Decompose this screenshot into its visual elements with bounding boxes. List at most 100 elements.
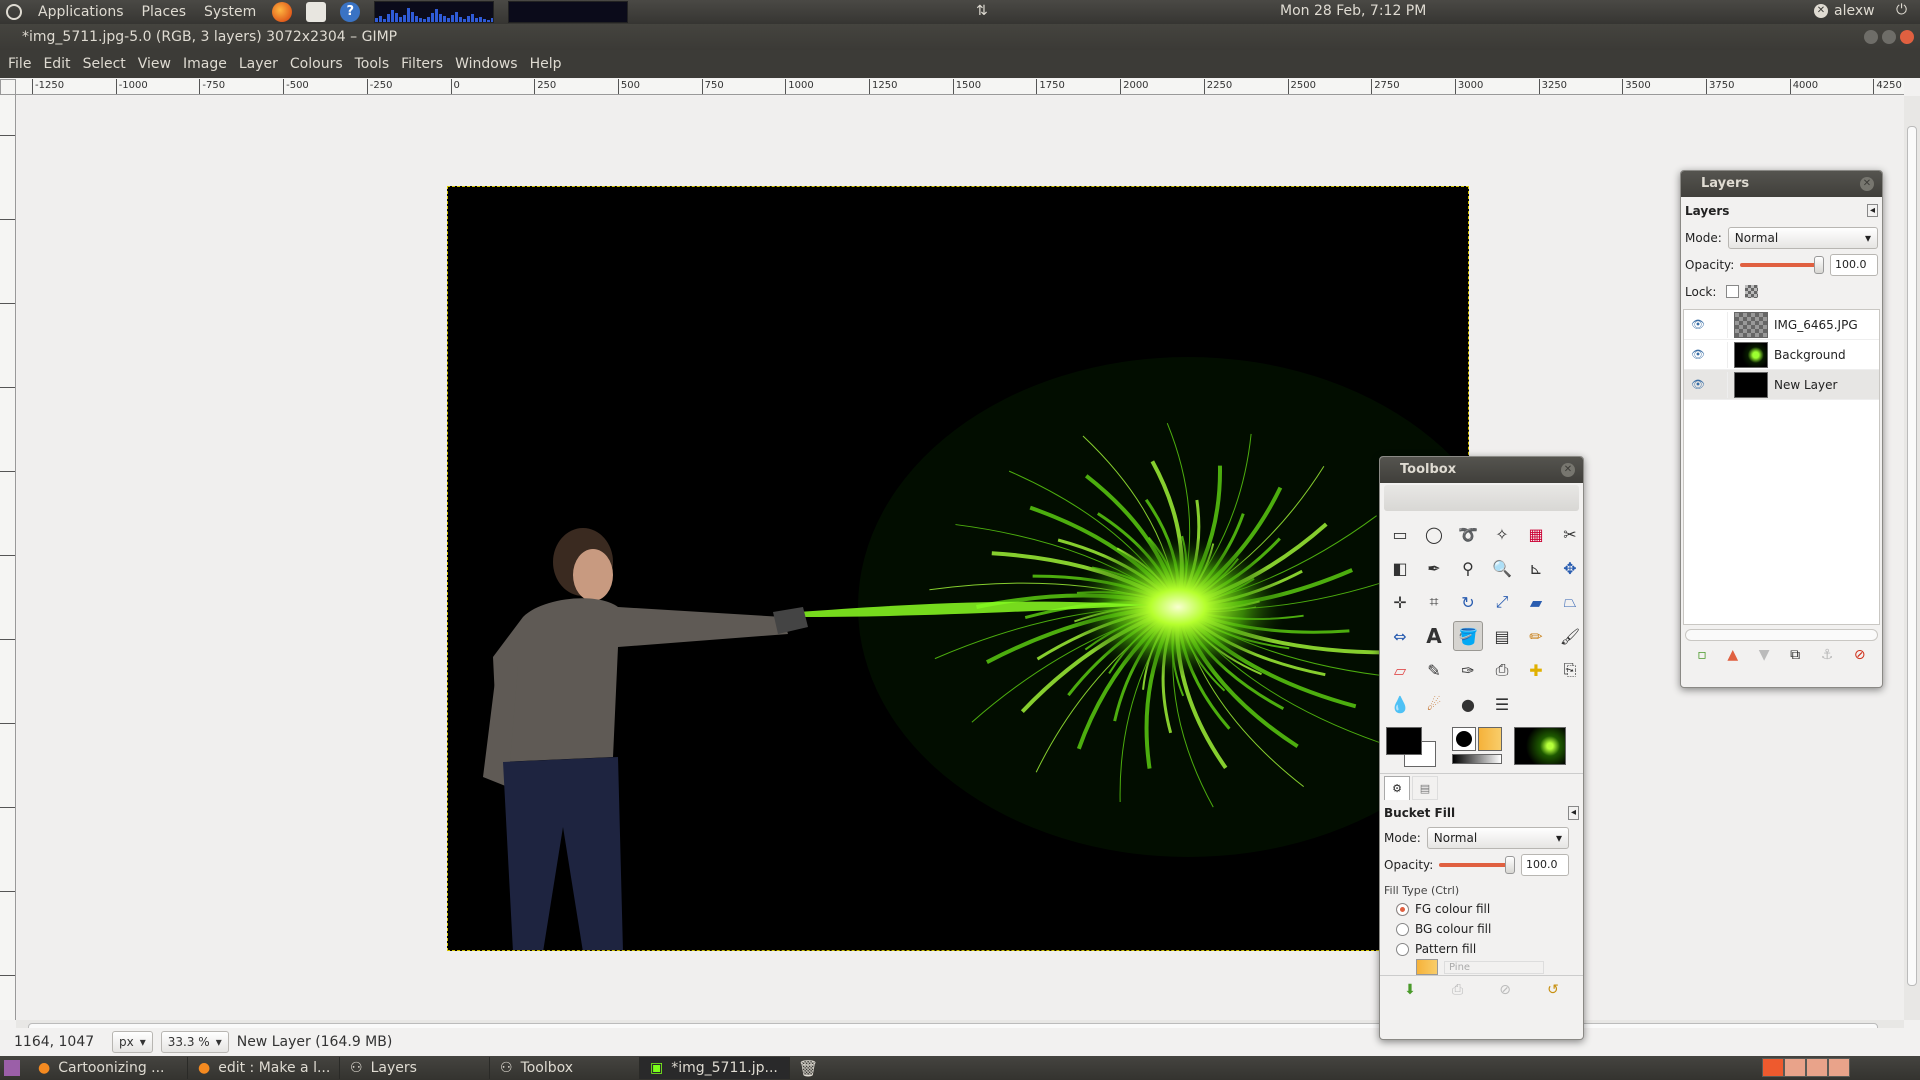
applications-menu[interactable]: Applications: [36, 4, 126, 20]
tab-menu-icon[interactable]: ◂: [1567, 806, 1579, 820]
align-icon[interactable]: ✛: [1385, 587, 1415, 617]
taskbar-item-active[interactable]: ▣ *img_5711.jp...: [640, 1057, 790, 1079]
reset-options-icon[interactable]: ↺: [1547, 982, 1559, 998]
system-menu[interactable]: System: [202, 4, 258, 20]
delete-layer-icon[interactable]: ⊘: [1854, 647, 1866, 663]
network-arrows-icon[interactable]: ⇅: [976, 3, 988, 19]
device-status-tab-icon[interactable]: ▤: [1412, 776, 1438, 800]
close-icon[interactable]: ✕: [1860, 177, 1874, 191]
workspace-1[interactable]: [1762, 1058, 1784, 1077]
brush-preview-icon[interactable]: [1452, 727, 1476, 751]
menu-edit[interactable]: Edit: [37, 56, 76, 72]
trash-icon[interactable]: 🗑: [798, 1059, 818, 1078]
active-image-thumbnail[interactable]: [1514, 727, 1566, 765]
pattern-swatch[interactable]: [1416, 959, 1438, 975]
vertical-ruler[interactable]: [0, 95, 16, 1020]
airbrush-icon[interactable]: ✎: [1419, 655, 1449, 685]
duplicate-layer-icon[interactable]: ⧉: [1790, 647, 1800, 663]
firefox-launcher-icon[interactable]: [272, 2, 293, 22]
text-icon[interactable]: A: [1419, 621, 1449, 651]
ink-icon[interactable]: ✑: [1453, 655, 1483, 685]
fill-opacity-slider[interactable]: [1439, 855, 1515, 874]
color-picker-icon[interactable]: ⚲: [1453, 553, 1483, 583]
fill-mode-select[interactable]: Normal ▾: [1426, 826, 1569, 849]
layer-row[interactable]: 👁 Background: [1684, 340, 1879, 370]
menu-select[interactable]: Select: [77, 56, 132, 72]
workspace-switcher[interactable]: [1762, 1058, 1850, 1077]
perspective-clone-icon[interactable]: ⎘: [1555, 655, 1583, 685]
toolbox-titlebar[interactable]: Toolbox ✕: [1380, 457, 1583, 483]
gradient-preview-icon[interactable]: [1452, 754, 1502, 764]
eye-icon[interactable]: 👁: [1684, 378, 1712, 391]
layer-row[interactable]: 👁 IMG_6465.JPG: [1684, 310, 1879, 340]
clock[interactable]: Mon 28 Feb, 7:12 PM: [1280, 3, 1426, 19]
scale-icon[interactable]: ⤢: [1487, 587, 1517, 617]
unit-select[interactable]: px ▾: [112, 1031, 153, 1053]
shear-icon[interactable]: ▰: [1521, 587, 1551, 617]
window-titlebar[interactable]: *img_5711.jpg-5.0 (RGB, 3 layers) 3072x2…: [0, 24, 1920, 50]
show-desktop-icon[interactable]: [4, 1060, 20, 1076]
power-icon[interactable]: ⏻: [1896, 2, 1907, 18]
taskbar-item[interactable]: ● Cartoonizing ...: [28, 1057, 188, 1079]
smudge-icon[interactable]: ☄: [1419, 689, 1449, 719]
layer-opacity-slider[interactable]: [1740, 255, 1824, 274]
lock-alpha-icon[interactable]: [1745, 285, 1759, 298]
rect-select-icon[interactable]: ▭: [1385, 519, 1415, 549]
fg-colour-fill-radio[interactable]: FG colour fill: [1380, 899, 1583, 919]
pencil-icon[interactable]: ✏: [1521, 621, 1551, 651]
canvas-area[interactable]: [17, 96, 1905, 1020]
blend-icon[interactable]: ▤: [1487, 621, 1517, 651]
cpu-monitor-graph[interactable]: [374, 1, 495, 23]
crop-icon[interactable]: ⌗: [1419, 587, 1449, 617]
menu-image[interactable]: Image: [177, 56, 233, 72]
dodge-burn-icon[interactable]: ●: [1453, 689, 1483, 719]
minimize-button[interactable]: [1864, 30, 1878, 44]
restore-options-icon[interactable]: ⎙: [1452, 982, 1463, 998]
brush-pattern-gradient[interactable]: [1452, 727, 1502, 764]
paintbrush-icon[interactable]: 🖌: [1555, 621, 1583, 651]
zoom-select[interactable]: 33.3 % ▾: [160, 1031, 229, 1053]
layer-row-selected[interactable]: 👁 New Layer: [1684, 370, 1879, 400]
taskbar-item[interactable]: ⚇ Toolbox: [490, 1057, 640, 1079]
eye-icon[interactable]: 👁: [1684, 318, 1712, 331]
chain-toggle[interactable]: [1712, 371, 1728, 398]
heal-icon[interactable]: ✚: [1521, 655, 1551, 685]
delete-options-icon[interactable]: ⊘: [1499, 982, 1511, 998]
move-icon[interactable]: ✥: [1555, 553, 1583, 583]
menu-filters[interactable]: Filters: [395, 56, 449, 72]
fill-opacity-spin[interactable]: 100.0: [1521, 853, 1569, 876]
bucket-fill-icon[interactable]: 🪣: [1453, 621, 1483, 651]
perspective-icon[interactable]: ⏢: [1555, 587, 1583, 617]
layer-mode-select[interactable]: Normal ▾: [1727, 226, 1878, 249]
wilber-drop-area[interactable]: [1384, 485, 1579, 511]
vertical-scrollbar[interactable]: [1904, 96, 1920, 1020]
ubuntu-logo-icon[interactable]: [6, 4, 22, 20]
layer-opacity-spin[interactable]: 100.0: [1830, 253, 1878, 276]
lower-layer-icon[interactable]: ▼: [1759, 647, 1770, 663]
anchor-layer-icon[interactable]: ⚓: [1821, 647, 1834, 663]
measure-icon[interactable]: ⊾: [1521, 553, 1551, 583]
vertical-scroll-thumb[interactable]: [1907, 126, 1917, 986]
menu-view[interactable]: View: [132, 56, 177, 72]
help-launcher-icon[interactable]: ?: [340, 2, 361, 22]
flip-icon[interactable]: ⇔: [1385, 621, 1415, 651]
clone-icon[interactable]: ⎙: [1487, 655, 1517, 685]
pattern-name-field[interactable]: Pine: [1444, 960, 1544, 974]
user-menu[interactable]: ✕ alexw: [1814, 3, 1875, 19]
memory-monitor-graph[interactable]: [508, 1, 629, 23]
blur-sharpen-icon[interactable]: 💧: [1385, 689, 1415, 719]
close-icon[interactable]: ✕: [1561, 463, 1575, 477]
pattern-fill-radio[interactable]: Pattern fill: [1380, 939, 1583, 959]
taskbar-item[interactable]: ⚇ Layers: [340, 1057, 490, 1079]
layers-dock-titlebar[interactable]: Layers ✕: [1681, 171, 1882, 197]
eraser-icon[interactable]: ▱: [1385, 655, 1415, 685]
free-select-icon[interactable]: ➰: [1453, 519, 1483, 549]
menu-file[interactable]: File: [2, 56, 37, 72]
pattern-preview-icon[interactable]: [1478, 727, 1502, 751]
layers-hscroll[interactable]: [1685, 629, 1878, 641]
zoom-icon[interactable]: 🔍: [1487, 553, 1517, 583]
save-options-icon[interactable]: ⬇: [1404, 982, 1416, 998]
fg-bg-colour-selector[interactable]: [1386, 727, 1440, 769]
horizontal-ruler[interactable]: -1250 -1000 -750 -500 -250 0 250 500 750 1000 1250…: [16, 79, 1904, 95]
maximize-button[interactable]: [1882, 30, 1896, 44]
